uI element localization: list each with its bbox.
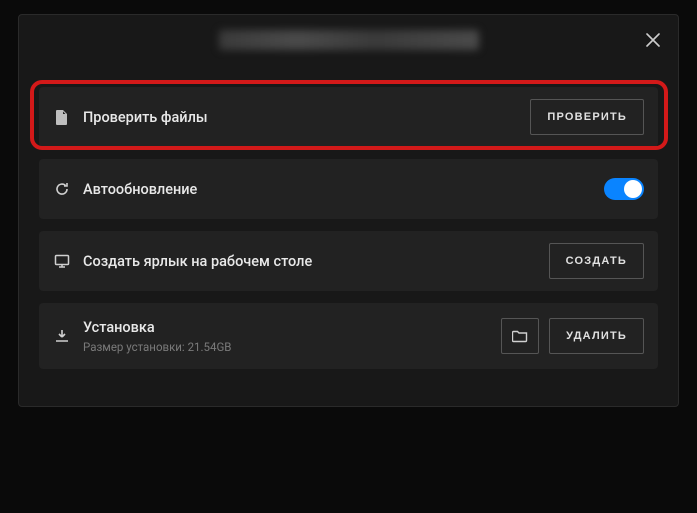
settings-dialog: Проверить файлы ПРОВЕРИТЬ Автообновление…	[18, 14, 679, 407]
toggle-knob	[624, 180, 642, 198]
autoupdate-toggle[interactable]	[604, 178, 644, 200]
dialog-title-blurred	[219, 30, 479, 50]
row-installation: Установка Размер установки: 21.54GB УДАЛ…	[39, 303, 658, 369]
install-size-label: Размер установки: 21.54GB	[83, 340, 501, 354]
create-shortcut-label: Создать ярлык на рабочем столе	[83, 253, 549, 270]
settings-rows: Проверить файлы ПРОВЕРИТЬ Автообновление…	[19, 87, 678, 369]
row-verify-files: Проверить файлы ПРОВЕРИТЬ	[39, 87, 658, 147]
browse-install-button[interactable]	[501, 318, 539, 354]
verify-files-icon	[53, 108, 71, 126]
create-shortcut-button[interactable]: СОЗДАТЬ	[549, 243, 644, 279]
install-icon	[53, 327, 71, 345]
verify-button[interactable]: ПРОВЕРИТЬ	[530, 99, 644, 135]
dialog-header	[19, 15, 678, 65]
row-autoupdate: Автообновление	[39, 159, 658, 219]
desktop-shortcut-icon	[53, 252, 71, 270]
folder-icon	[512, 329, 528, 343]
install-label: Установка	[83, 319, 501, 336]
row-create-shortcut: Создать ярлык на рабочем столе СОЗДАТЬ	[39, 231, 658, 291]
verify-files-label: Проверить файлы	[83, 109, 530, 126]
close-icon	[646, 33, 660, 47]
autoupdate-icon	[53, 180, 71, 198]
uninstall-button[interactable]: УДАЛИТЬ	[549, 318, 644, 354]
close-button[interactable]	[642, 29, 664, 51]
autoupdate-label: Автообновление	[83, 181, 604, 198]
